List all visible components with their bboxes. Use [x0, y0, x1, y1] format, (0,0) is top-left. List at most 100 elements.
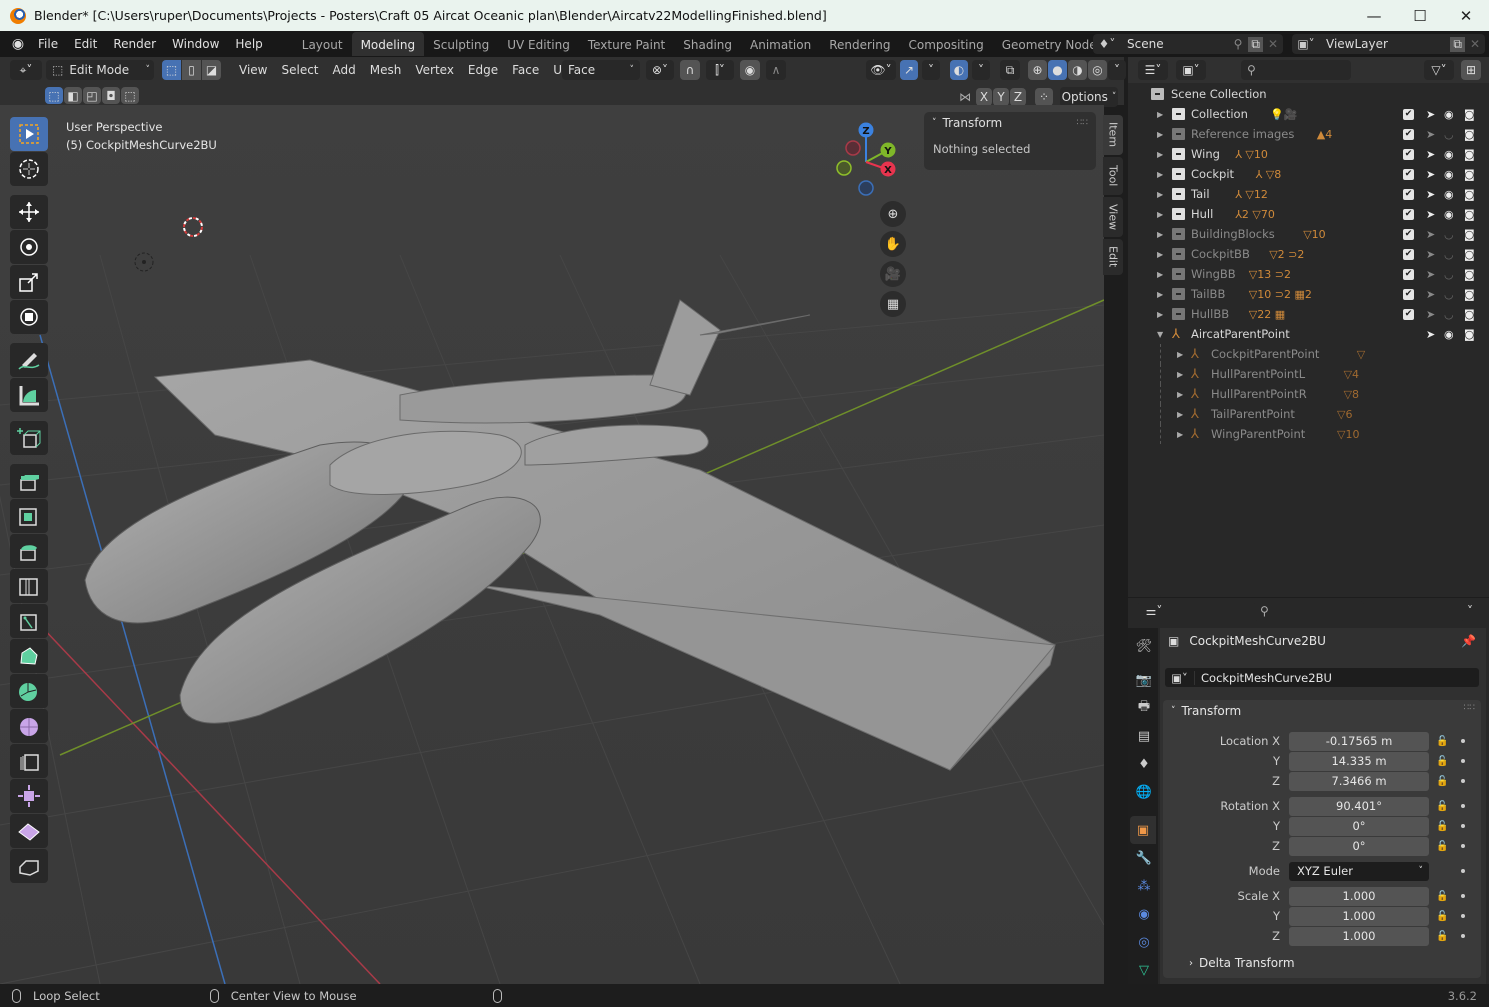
transform-orientation-dropdown[interactable]: Face ˅ [562, 60, 640, 80]
edge-slide-tool[interactable] [10, 744, 48, 778]
mirror-x-toggle[interactable]: X [976, 88, 992, 106]
constraints-tab-icon[interactable]: ◎ [1134, 932, 1154, 952]
expand-arrow-icon[interactable]: ▶ [1157, 150, 1163, 159]
view-layer-tab-icon[interactable]: ▤ [1134, 726, 1154, 746]
eye-icon[interactable]: ◉ [1444, 328, 1454, 341]
camera-view-icon[interactable]: 🎥 [880, 261, 906, 287]
lock-icon[interactable]: 🔓 [1436, 911, 1448, 922]
keyframe-dot-icon[interactable] [1461, 914, 1465, 918]
delete-view-layer-icon[interactable]: ✕ [1470, 37, 1480, 51]
expand-arrow-icon[interactable]: ▶ [1157, 110, 1163, 119]
selectable-arrow-icon[interactable]: ➤ [1426, 148, 1435, 161]
sidebar-tab-view[interactable]: View [1103, 197, 1123, 237]
editor-type-icon[interactable]: ⌖˅ [10, 60, 42, 80]
mirror-z-toggle[interactable]: Z [1010, 88, 1026, 106]
rotation-x-field[interactable]: 90.401° [1289, 796, 1429, 816]
render-camera-icon[interactable]: ◙ [1464, 108, 1475, 121]
collection-name[interactable]: Hull [1191, 207, 1213, 221]
expand-arrow-icon[interactable]: ▶ [1157, 250, 1163, 259]
menu-mesh[interactable]: Mesh [363, 60, 409, 80]
lock-icon[interactable]: 🔓 [1436, 931, 1448, 942]
inset-faces-tool[interactable] [10, 499, 48, 533]
shading-dropdown-icon[interactable]: ˅ [1108, 60, 1126, 80]
selectable-arrow-icon[interactable]: ➤ [1426, 228, 1435, 241]
collection-name[interactable]: WingBB [1191, 267, 1236, 281]
outliner-child-row[interactable]: ▶ ⅄ HullParentPointR ▽8 [1128, 384, 1489, 404]
add-cube-tool[interactable] [10, 421, 48, 455]
exclude-checkbox[interactable]: ✔ [1403, 208, 1414, 220]
keyframe-dot-icon[interactable] [1461, 869, 1465, 873]
rendered-shading-icon[interactable]: ◎ [1088, 60, 1107, 80]
menu-file[interactable]: File [30, 33, 66, 55]
face-select-icon[interactable]: ◪ [202, 60, 221, 80]
expand-arrow-icon[interactable]: ▶ [1157, 310, 1163, 319]
select-box-tool[interactable] [10, 117, 48, 151]
collection-name[interactable]: Wing [1191, 147, 1220, 161]
scale-z-field[interactable]: 1.000 [1289, 926, 1429, 946]
select-new-icon[interactable]: ⬚ [45, 87, 63, 104]
eye-closed-icon[interactable]: ◡ [1444, 268, 1454, 281]
collection-name[interactable]: Reference images [1191, 127, 1294, 141]
exclude-checkbox[interactable]: ✔ [1403, 108, 1414, 120]
new-collection-icon[interactable]: ⊞ [1461, 60, 1481, 80]
outliner-collection-row[interactable]: ▶ Cockpit ⅄ ▽8 ✔ ➤ ◉ ◙ [1128, 164, 1489, 184]
options-dropdown[interactable]: Options ˅ [1060, 87, 1118, 107]
scene-name[interactable]: Scene [1127, 37, 1234, 51]
outliner-child-row[interactable]: ▶ ⅄ WingParentPoint ▽10 [1128, 424, 1489, 444]
lock-icon[interactable]: 🔓 [1436, 776, 1448, 787]
lock-icon[interactable]: 🔓 [1436, 841, 1448, 852]
smooth-tool[interactable] [10, 709, 48, 743]
poly-build-tool[interactable] [10, 639, 48, 673]
collection-name[interactable]: Cockpit [1191, 167, 1234, 181]
menu-window[interactable]: Window [164, 33, 227, 55]
expand-arrow-icon[interactable]: ▶ [1157, 130, 1163, 139]
exclude-checkbox[interactable]: ✔ [1403, 228, 1414, 240]
outliner-collection-row[interactable]: ▶ Hull ⅄2 ▽70 ✔ ➤ ◉ ◙ [1128, 204, 1489, 224]
bevel-tool[interactable] [10, 534, 48, 568]
selectable-arrow-icon[interactable]: ➤ [1426, 108, 1435, 121]
display-mode-icon[interactable]: ☰˅ [1138, 60, 1168, 80]
outliner-collection-row[interactable]: ▶ Tail ⅄ ▽12 ✔ ➤ ◉ ◙ [1128, 184, 1489, 204]
scene-collection-row[interactable]: Scene Collection [1128, 84, 1489, 104]
pan-hand-icon[interactable]: ✋ [880, 231, 906, 257]
drag-handle-icon[interactable]: ∷∷ [1464, 703, 1475, 713]
delta-transform-section-header[interactable]: › Delta Transform [1163, 956, 1295, 970]
annotate-tool[interactable] [10, 343, 48, 377]
rip-region-tool[interactable] [10, 849, 48, 883]
view-layer-name[interactable]: ViewLayer [1326, 37, 1450, 51]
object-data-icon[interactable]: ▣˅ [1165, 670, 1195, 685]
select-intersect-icon[interactable]: ⬚ [121, 87, 139, 104]
neg-z-axis-icon[interactable] [858, 180, 874, 196]
move-tool[interactable] [10, 195, 48, 229]
zoom-icon[interactable]: ⊕ [880, 201, 906, 227]
data-tab-icon[interactable]: ▽ [1134, 960, 1154, 980]
outliner-collection-row[interactable]: ▶ BuildingBlocks ▽10 ✔ ➤ ◡ ◙ [1128, 224, 1489, 244]
exclude-checkbox[interactable]: ✔ [1403, 168, 1414, 180]
snap-icon[interactable]: ∩ [680, 60, 700, 80]
keyframe-dot-icon[interactable] [1461, 844, 1465, 848]
ortho-grid-icon[interactable]: ▦ [880, 291, 906, 317]
xray-toggle-icon[interactable]: ⧉ [1000, 60, 1020, 80]
outliner-collection-row[interactable]: ▶ Reference images ▲4 ✔ ➤ ◡ ◙ [1128, 124, 1489, 144]
keyframe-dot-icon[interactable] [1461, 739, 1465, 743]
minimize-button[interactable]: — [1351, 0, 1397, 31]
lock-icon[interactable]: 🔓 [1436, 821, 1448, 832]
location-z-field[interactable]: 7.3466 m [1289, 771, 1429, 791]
eye-icon[interactable]: ◉ [1444, 108, 1454, 121]
expand-arrow-icon[interactable]: ▶ [1157, 270, 1163, 279]
keyframe-dot-icon[interactable] [1461, 894, 1465, 898]
tab-rendering[interactable]: Rendering [820, 32, 899, 56]
options-chevron-icon[interactable]: ˅ [1460, 601, 1480, 621]
filter-view-icon[interactable]: ▣˅ [1176, 60, 1206, 80]
selectable-arrow-icon[interactable]: ➤ [1426, 308, 1435, 321]
snap-target-icon[interactable]: ⫿˅ [706, 60, 734, 80]
knife-tool[interactable] [10, 604, 48, 638]
overlay-dropdown-icon[interactable]: ˅ [972, 60, 990, 80]
eye-closed-icon[interactable]: ◡ [1444, 128, 1454, 141]
lock-icon[interactable]: 🔓 [1436, 801, 1448, 812]
gizmo-toggle-icon[interactable]: ↗ [900, 60, 918, 80]
keyframe-dot-icon[interactable] [1461, 934, 1465, 938]
render-camera-icon[interactable]: ◙ [1464, 308, 1475, 321]
neg-x-axis-icon[interactable] [845, 140, 861, 156]
scale-tool[interactable] [10, 265, 48, 299]
